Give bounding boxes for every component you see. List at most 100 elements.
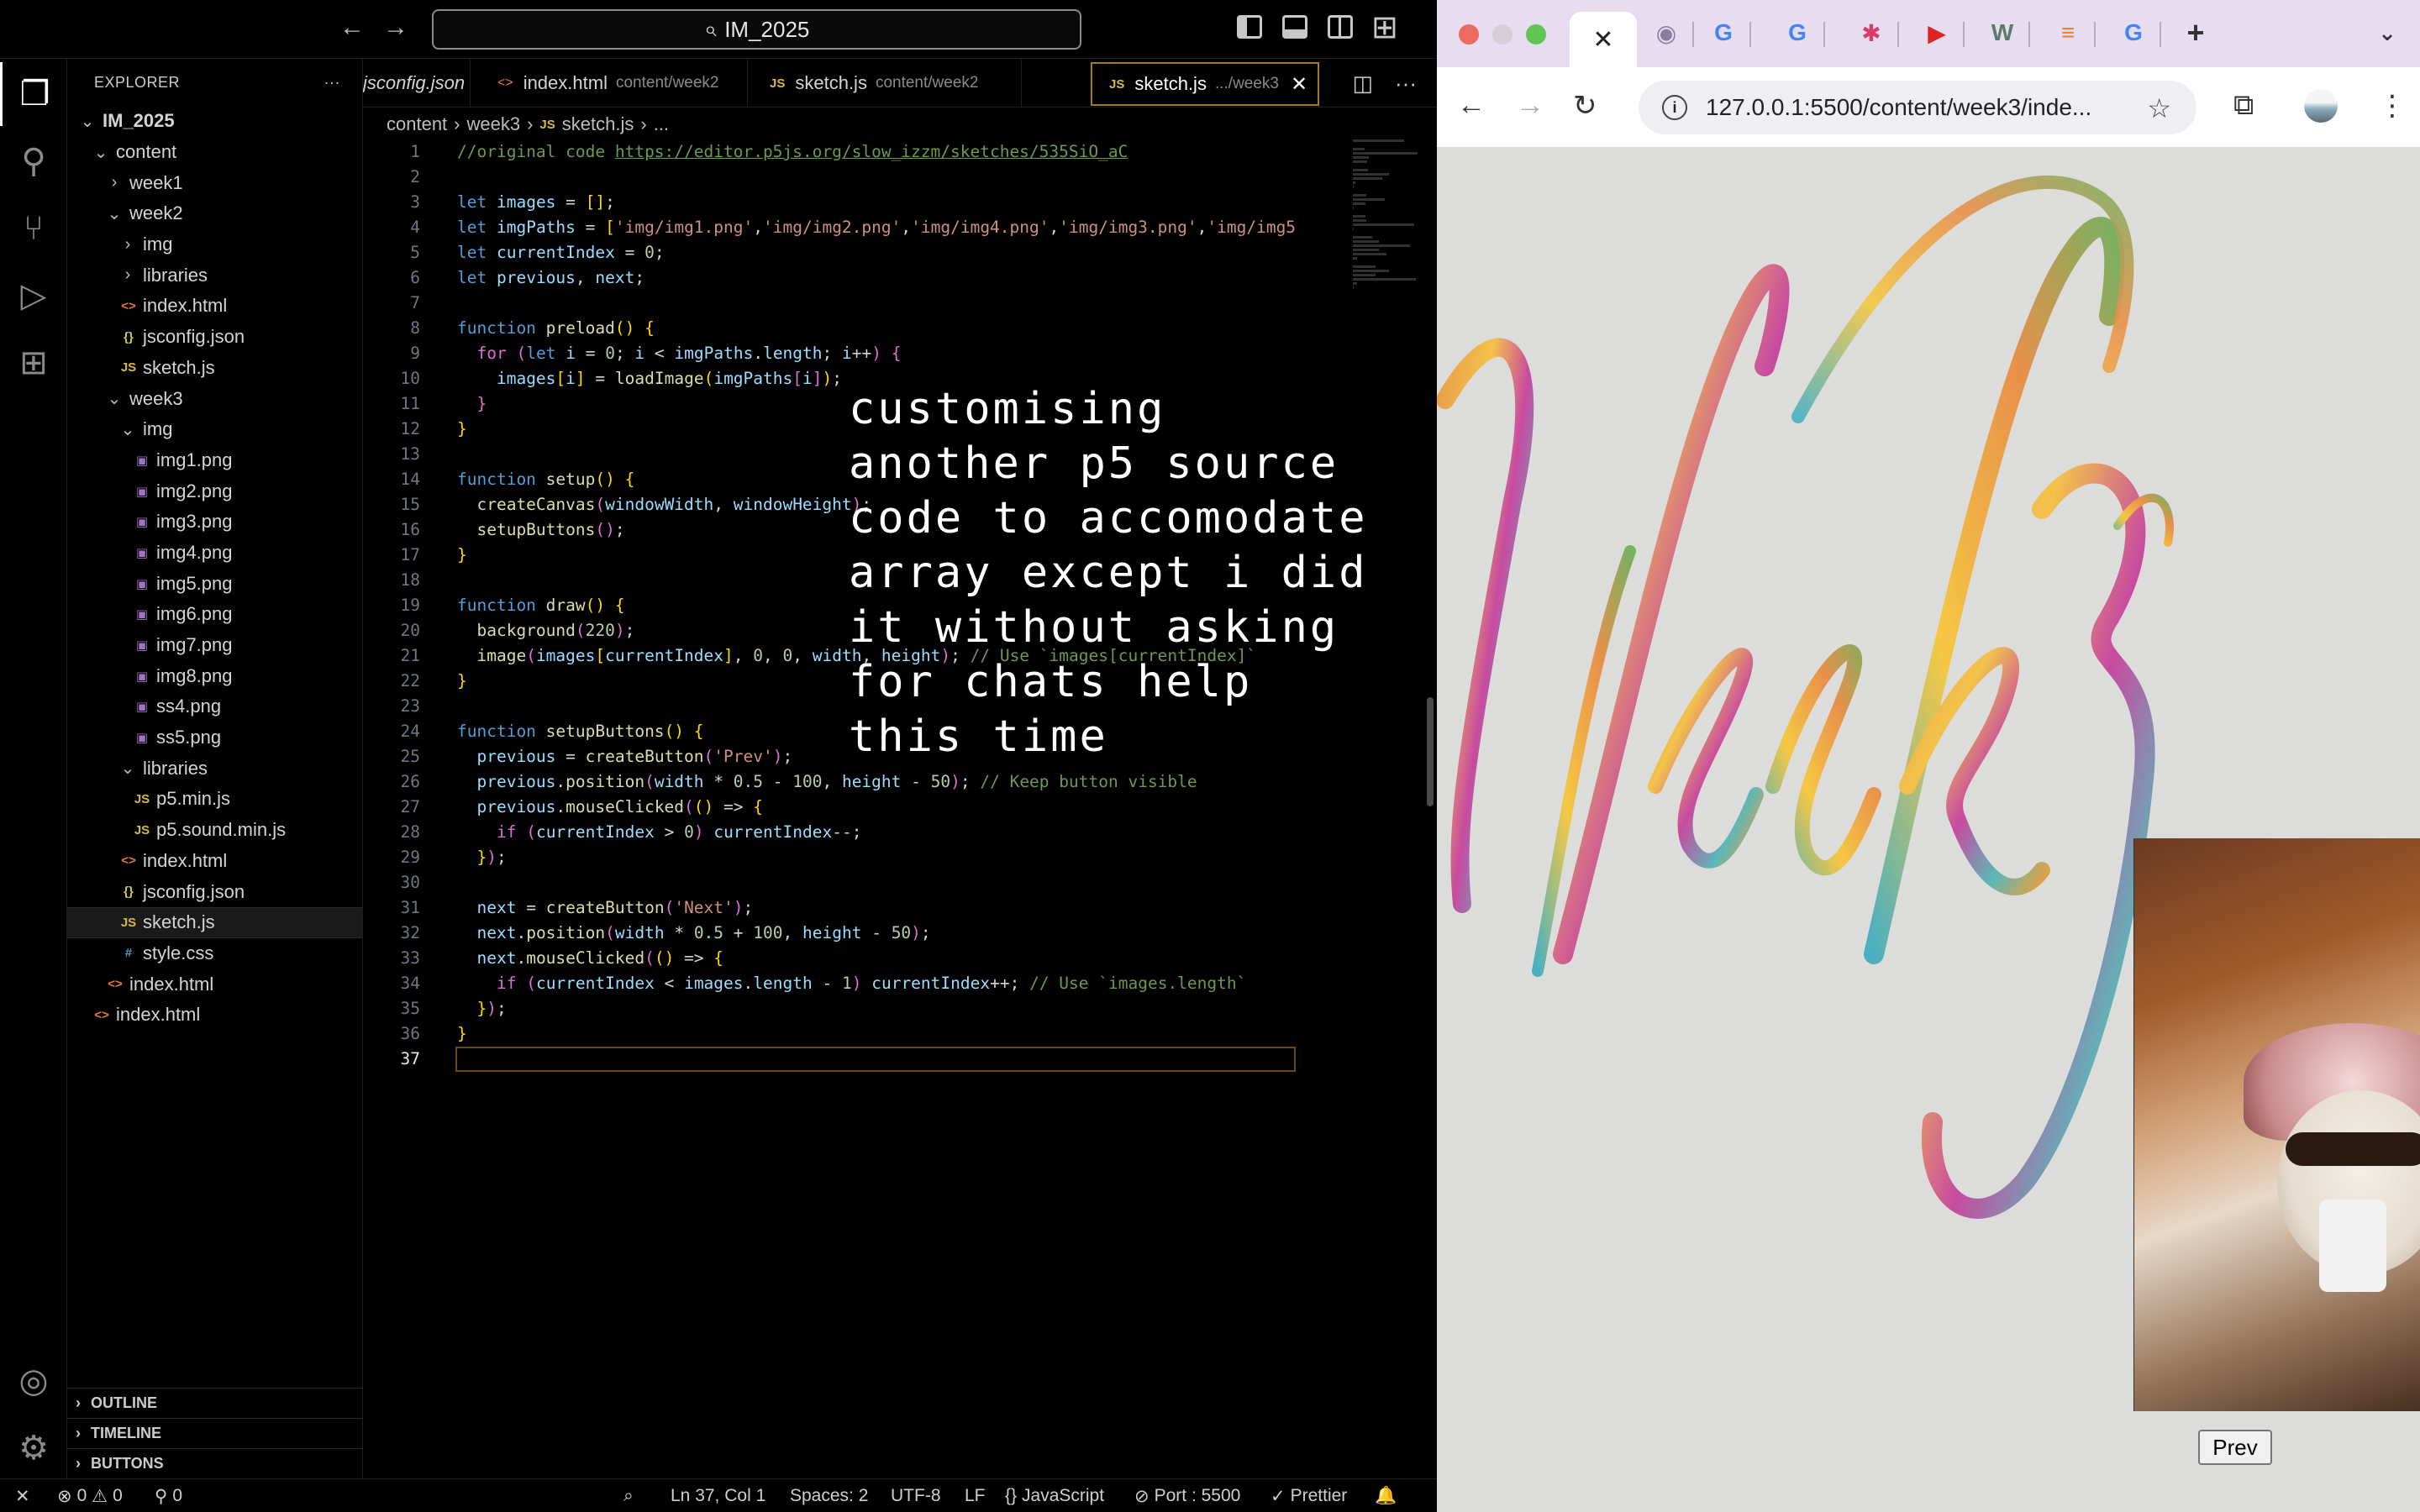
tree-folder-item[interactable]: ⌄ week3 [67, 383, 362, 414]
close-icon[interactable]: ✕ [1592, 25, 1613, 55]
tree-file-item[interactable]: ▣ img5.png [67, 568, 362, 599]
google-icon[interactable]: G [2114, 13, 2153, 52]
prettier-status[interactable]: ✓ Prettier [1270, 1479, 1347, 1512]
close-tab-icon[interactable]: ✕ [1291, 72, 1307, 97]
site-info-icon[interactable]: i [1662, 95, 1687, 120]
tree-file-item[interactable]: ▣ img3.png [67, 507, 362, 538]
tree-folder-item[interactable]: › libraries [67, 260, 362, 291]
google-icon[interactable]: G [1704, 13, 1743, 52]
stack-icon[interactable]: ≡ [2049, 13, 2087, 52]
tree-file-item[interactable]: JS sketch.js [67, 353, 362, 384]
active-tab[interactable]: ✕ [1570, 12, 1637, 67]
code-line[interactable]: 26 previous.position(width * 0.5 - 100, … [363, 769, 1397, 795]
w-icon[interactable]: W [1983, 13, 2022, 52]
toggle-secondary-sidebar-icon[interactable] [1328, 15, 1353, 39]
code-line[interactable]: 37 [363, 1047, 1397, 1072]
google-icon[interactable]: G [1778, 13, 1817, 52]
tree-file-item[interactable]: # style.css [67, 938, 362, 969]
tree-file-item[interactable]: JS p5.min.js [67, 784, 362, 815]
prev-button[interactable]: Prev [2198, 1430, 2272, 1465]
tree-folder-item[interactable]: ⌄ img [67, 414, 362, 445]
code-line[interactable]: 31 next = createButton('Next'); [363, 895, 1397, 921]
code-line[interactable]: 27 previous.mouseClicked(() => { [363, 795, 1397, 820]
code-line[interactable]: 6 let previous, next; [363, 265, 1397, 291]
menu-kebab-icon[interactable]: ⋮ [2378, 89, 2407, 123]
customize-layout-icon[interactable] [1371, 8, 1398, 46]
explorer-icon[interactable]: ❐ [0, 62, 67, 126]
toggle-sidebar-icon[interactable] [1237, 15, 1262, 39]
close-window-button[interactable] [1459, 24, 1479, 45]
extensions-puzzle-icon[interactable]: ⧉ [2233, 89, 2254, 122]
toggle-panel-icon[interactable] [1282, 15, 1307, 39]
settings-gear-icon[interactable]: ⚙ [0, 1416, 67, 1480]
reload-icon[interactable]: ↻ [1573, 89, 1597, 123]
code-line[interactable]: 7 [363, 291, 1397, 316]
tree-file-item[interactable]: <> index.html [67, 291, 362, 322]
account-icon[interactable]: ◎ [0, 1349, 67, 1413]
tree-file-item[interactable]: ▣ img7.png [67, 630, 362, 661]
line-ending[interactable]: LF [965, 1479, 986, 1512]
tab-jsconfig[interactable]: jsconfig.json [363, 59, 471, 108]
language-mode[interactable]: {} JavaScript [1005, 1479, 1104, 1512]
cursor-position[interactable]: Ln 37, Col 1 [671, 1479, 765, 1512]
breadcrumb-item[interactable]: content [387, 113, 447, 135]
code-line[interactable]: 33 next.mouseClicked(() => { [363, 946, 1397, 971]
forward-arrow-icon[interactable]: → [383, 13, 408, 42]
forward-arrow-icon[interactable]: → [1516, 89, 1544, 122]
tree-folder-item[interactable]: ⌄ libraries [67, 753, 362, 784]
back-arrow-icon[interactable]: ← [1457, 89, 1486, 122]
source-control-icon[interactable]: ⑂ [0, 197, 67, 260]
editor-scrollbar[interactable] [1427, 697, 1434, 806]
run-debug-icon[interactable]: ▷ [0, 264, 67, 328]
tree-file-item[interactable]: ▣ img2.png [67, 475, 362, 507]
maximize-window-button[interactable] [1526, 24, 1546, 45]
code-line[interactable]: 30 [363, 870, 1397, 895]
command-center-search[interactable]: ⌕ IM_2025 [432, 9, 1081, 50]
code-line[interactable]: 35 }); [363, 996, 1397, 1021]
tree-file-item[interactable]: <> index.html [67, 969, 362, 1000]
code-line[interactable]: 32 next.position(width * 0.5 + 100, heig… [363, 921, 1397, 946]
tree-folder-item[interactable]: › img [67, 229, 362, 260]
tab-search-chevron-icon[interactable]: ⌄ [2368, 13, 2407, 52]
more-actions-icon[interactable]: ··· [1395, 71, 1417, 97]
tree-file-item[interactable]: ▣ img1.png [67, 445, 362, 476]
zoom-icon[interactable]: ⌕ [623, 1479, 634, 1512]
encoding[interactable]: UTF-8 [891, 1479, 941, 1512]
code-line[interactable]: 29 }); [363, 845, 1397, 870]
more-actions-icon[interactable]: ··· [324, 74, 340, 92]
minimize-window-button[interactable] [1492, 24, 1512, 45]
tree-folder-item[interactable]: ⌄ content [67, 137, 362, 168]
remote-icon[interactable]: ✕ [15, 1479, 30, 1512]
star-icon[interactable]: ✱ [1852, 13, 1891, 52]
tree-folder-item[interactable]: ⌄ week2 [67, 198, 362, 229]
tree-file-item[interactable]: JS sketch.js [67, 906, 362, 938]
code-line[interactable]: 3 let images = []; [363, 190, 1397, 215]
tree-file-item[interactable]: ▣ img4.png [67, 538, 362, 569]
tree-file-item[interactable]: JS p5.sound.min.js [67, 815, 362, 846]
tree-file-item[interactable]: ▣ img6.png [67, 599, 362, 630]
problems-status[interactable]: ⊗ 0 ⚠ 0 [57, 1479, 123, 1512]
code-line[interactable]: 5 let currentIndex = 0; [363, 240, 1397, 265]
code-line[interactable]: 28 if (currentIndex > 0) currentIndex--; [363, 820, 1397, 845]
breadcrumb-item[interactable]: week3 [467, 113, 521, 135]
extensions-icon[interactable]: ⊞ [0, 331, 67, 395]
tree-file-item[interactable]: ▣ img8.png [67, 660, 362, 691]
breadcrumb-item[interactable]: sketch.js [562, 113, 634, 135]
code-line[interactable]: 8 function preload() { [363, 316, 1397, 341]
ports-status[interactable]: ⚲ 0 [155, 1479, 182, 1512]
timeline-panel[interactable]: › TIMELINE [67, 1418, 363, 1448]
code-line[interactable]: 1 //original code https://editor.p5js.org… [363, 139, 1397, 165]
tree-file-item[interactable]: <> index.html [67, 1000, 362, 1031]
buttons-panel[interactable]: › BUTTONS [67, 1448, 363, 1478]
back-arrow-icon[interactable]: ← [339, 13, 365, 42]
code-line[interactable]: 2 [363, 165, 1397, 190]
live-server-port[interactable]: ⊘ Port : 5500 [1134, 1479, 1240, 1512]
youtube-icon[interactable]: ▶ [1918, 13, 1956, 52]
tree-file-item[interactable]: {} jsconfig.json [67, 876, 362, 907]
tab-sketch-js-week2[interactable]: JS sketch.js content/week2 [748, 59, 1022, 108]
tree-file-item[interactable]: ▣ ss5.png [67, 722, 362, 753]
address-bar[interactable]: i 127.0.0.1:5500/content/week3/inde... ☆ [1639, 81, 2196, 134]
github-icon[interactable]: ◉ [1647, 13, 1686, 52]
search-icon[interactable]: ⚲ [0, 129, 67, 193]
code-line[interactable]: 36} [363, 1021, 1397, 1047]
